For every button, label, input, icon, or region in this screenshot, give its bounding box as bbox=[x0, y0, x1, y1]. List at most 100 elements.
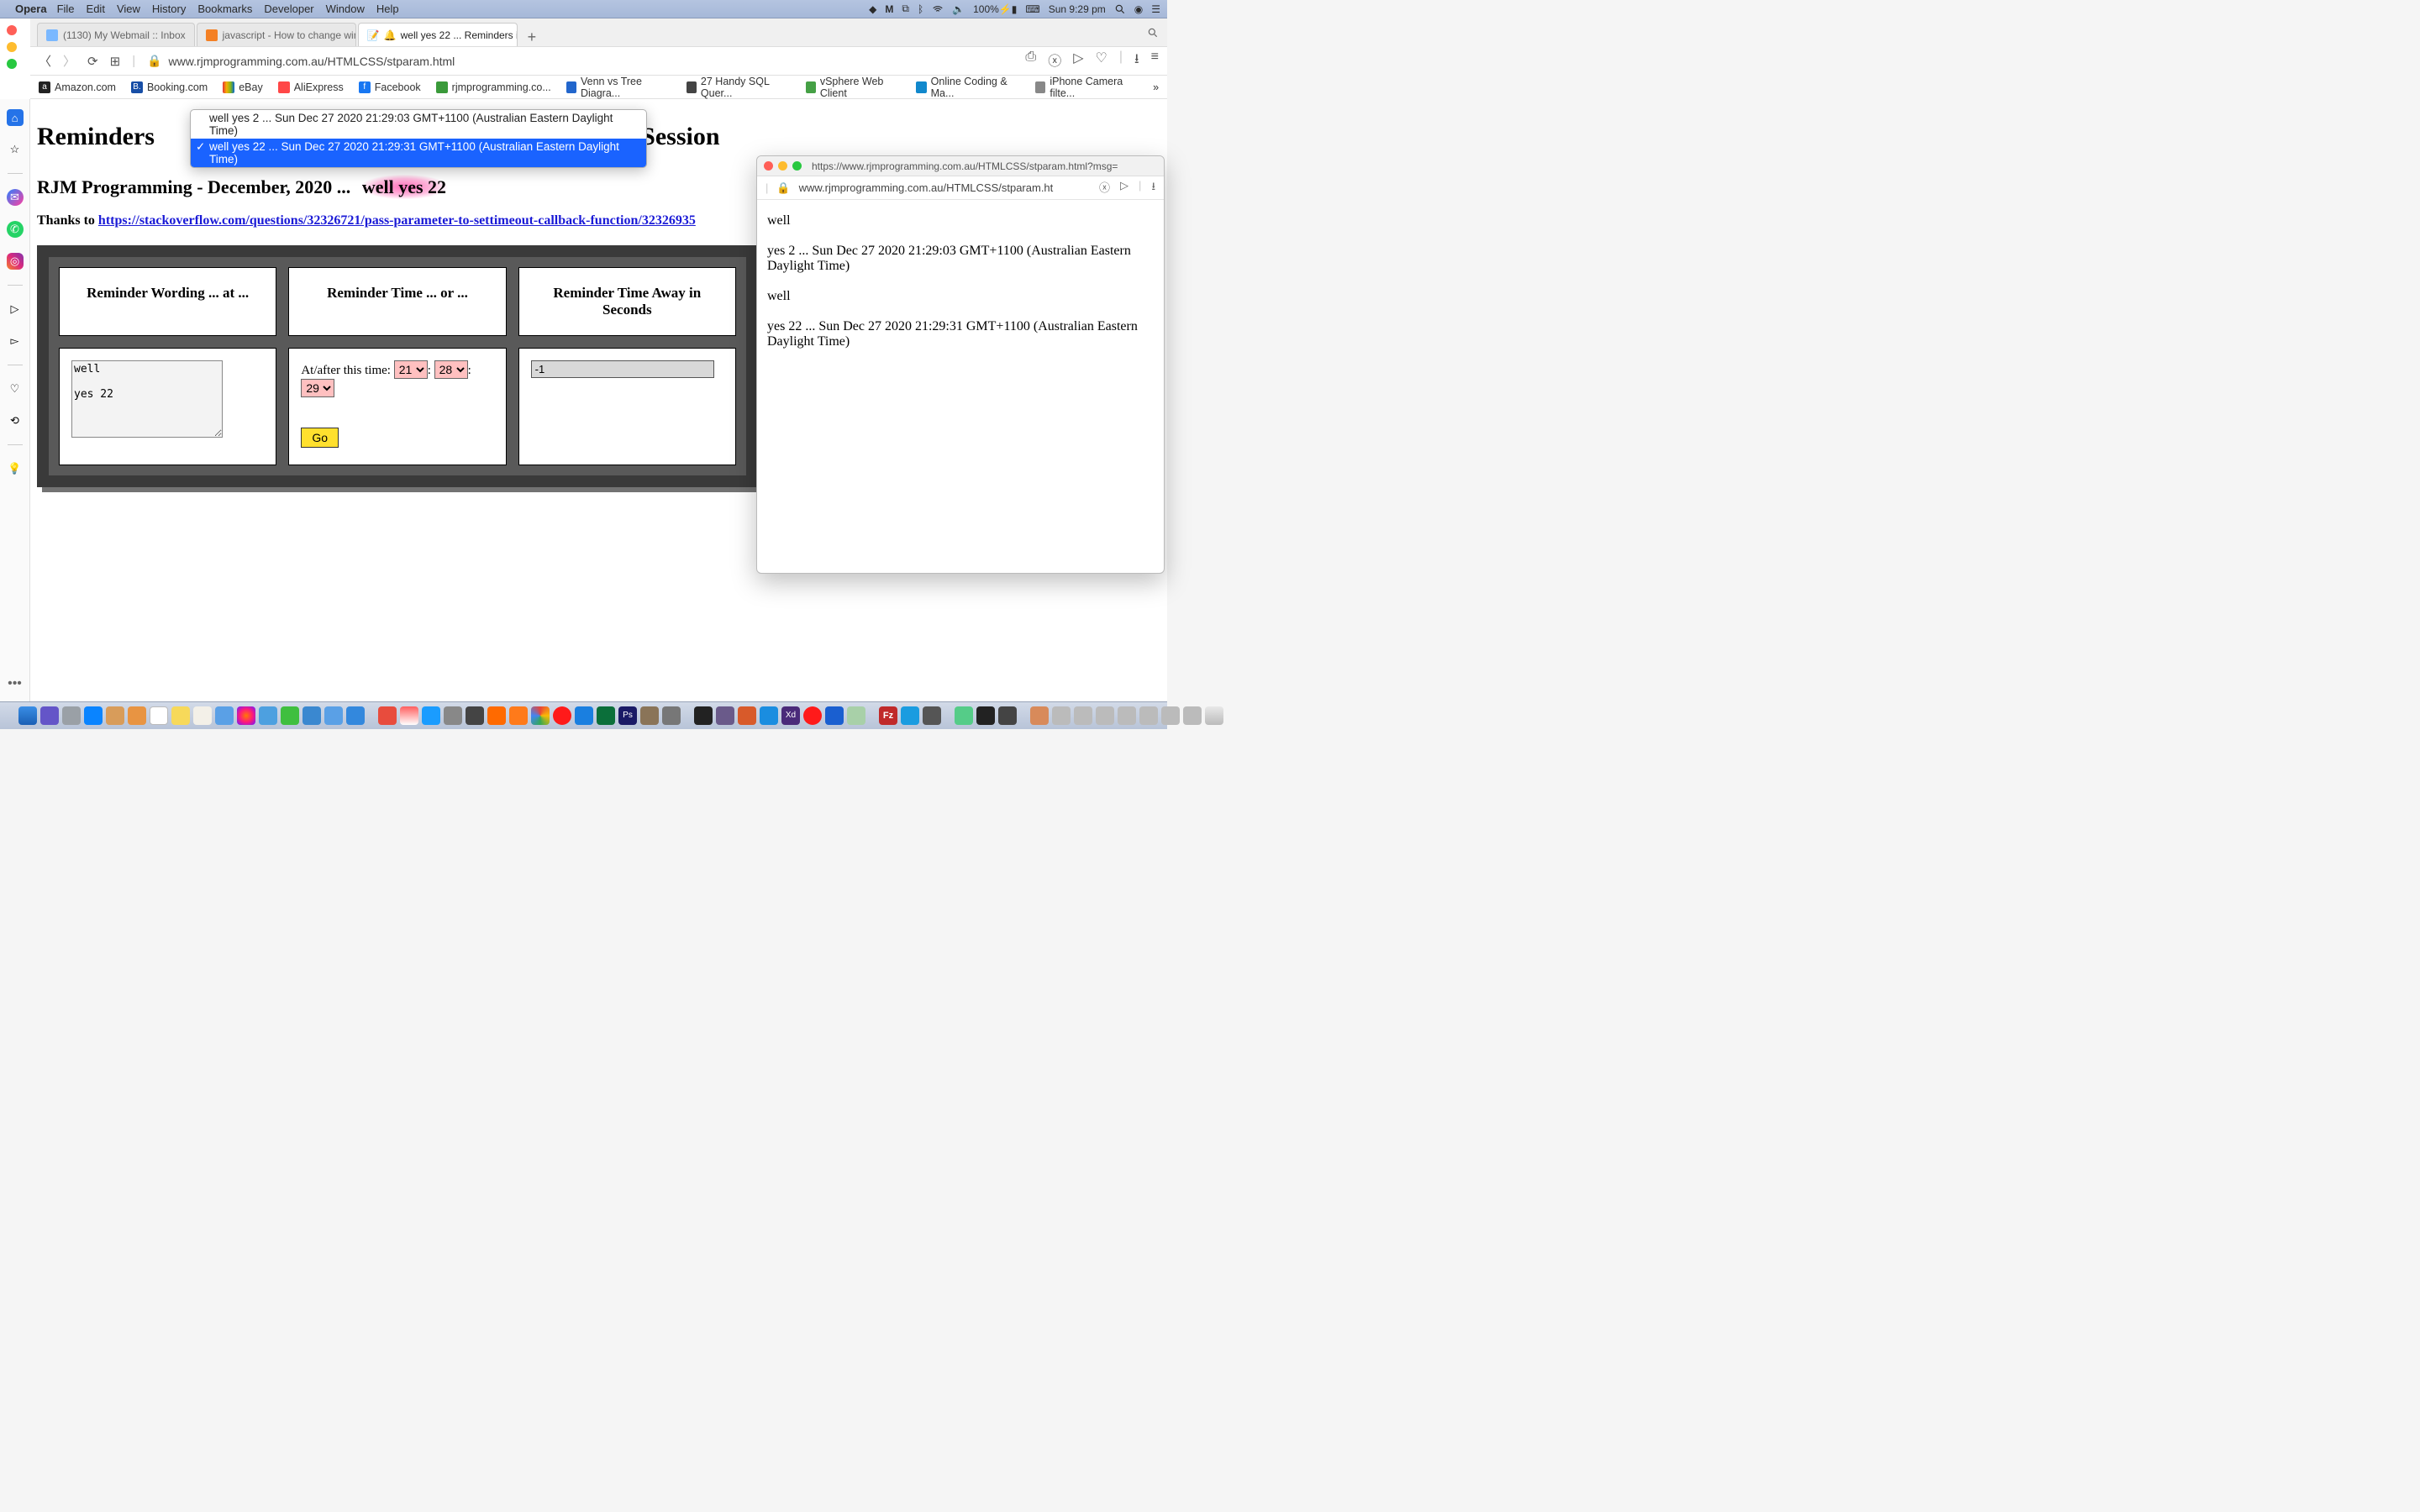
dock-app-icon[interactable] bbox=[575, 706, 593, 725]
dock-app-icon[interactable] bbox=[106, 706, 124, 725]
window-zoom-button[interactable] bbox=[7, 59, 17, 69]
bookmark-booking[interactable]: B.Booking.com bbox=[131, 81, 208, 93]
sidebar-lightbulb-icon[interactable]: 💡 bbox=[7, 460, 24, 477]
seconds-away-input[interactable] bbox=[531, 360, 714, 378]
dock-app-icon[interactable] bbox=[378, 706, 397, 725]
dock-safari-icon[interactable] bbox=[84, 706, 103, 725]
popup-close-button[interactable] bbox=[764, 161, 773, 171]
dock-app-icon[interactable] bbox=[302, 706, 321, 725]
tab-search-button[interactable] bbox=[1147, 27, 1159, 43]
sidebar-home-icon[interactable]: ⌂ bbox=[7, 109, 24, 126]
dock-minimized-window[interactable] bbox=[1183, 706, 1202, 725]
dock-filezilla-icon[interactable]: Fz bbox=[879, 706, 897, 725]
dock-app-icon[interactable] bbox=[825, 706, 844, 725]
dock-chrome-icon[interactable] bbox=[531, 706, 550, 725]
tab-stackoverflow[interactable]: javascript - How to change win bbox=[197, 23, 356, 46]
dock-app-icon[interactable] bbox=[40, 706, 59, 725]
wording-textarea[interactable] bbox=[71, 360, 223, 438]
send-icon[interactable]: ▷ bbox=[1120, 179, 1128, 197]
menu-view[interactable]: View bbox=[117, 3, 140, 15]
send-icon[interactable]: ▷ bbox=[1073, 50, 1083, 72]
menu-help[interactable]: Help bbox=[376, 3, 399, 15]
menu-window[interactable]: Window bbox=[326, 3, 365, 15]
status-clock[interactable]: Sun 9:29 pm bbox=[1049, 3, 1106, 15]
dock-app-icon[interactable] bbox=[259, 706, 277, 725]
bookmark-sql[interactable]: 27 Handy SQL Quer... bbox=[687, 76, 791, 99]
dock-app-icon[interactable] bbox=[444, 706, 462, 725]
dock-app-icon[interactable] bbox=[694, 706, 713, 725]
dock-app-icon[interactable] bbox=[62, 706, 81, 725]
speeddial-button[interactable]: ⊞ bbox=[110, 54, 121, 69]
dock-app-icon[interactable] bbox=[738, 706, 756, 725]
bookmark-venn[interactable]: Venn vs Tree Diagra... bbox=[566, 76, 671, 99]
status-airplay-icon[interactable]: ⧉ bbox=[902, 3, 909, 15]
notification-center-icon[interactable]: ☰ bbox=[1151, 3, 1160, 15]
dock-app-icon[interactable] bbox=[760, 706, 778, 725]
lock-icon[interactable]: 🔒 bbox=[147, 54, 161, 68]
sidebar-messenger-icon[interactable]: ✉ bbox=[7, 189, 24, 206]
dock-photoshop-icon[interactable]: Ps bbox=[618, 706, 637, 725]
download-icon[interactable]: ⭳ bbox=[1151, 179, 1155, 197]
dock-finder-icon[interactable] bbox=[18, 706, 37, 725]
dock-app-icon[interactable] bbox=[466, 706, 484, 725]
menu-edit[interactable]: Edit bbox=[87, 3, 105, 15]
sidebar-bookmarks-icon[interactable]: ☆ bbox=[7, 141, 24, 158]
dock-app-icon[interactable] bbox=[847, 706, 865, 725]
address-bar[interactable]: 🔒 www.rjmprogramming.com.au/HTMLCSS/stpa… bbox=[147, 54, 1013, 68]
dock-app-icon[interactable] bbox=[716, 706, 734, 725]
dropdown-option-selected[interactable]: well yes 22 ... Sun Dec 27 2020 21:29:31… bbox=[191, 139, 646, 167]
dropdown-option[interactable]: well yes 2 ... Sun Dec 27 2020 21:29:03 … bbox=[191, 110, 646, 139]
dock-firefox-icon[interactable] bbox=[509, 706, 528, 725]
bookmark-rjm[interactable]: rjmprogramming.co... bbox=[436, 81, 551, 93]
bookmark-amazon[interactable]: aAmazon.com bbox=[39, 81, 116, 93]
dock-app-icon[interactable] bbox=[281, 706, 299, 725]
blocker-icon[interactable]: ⓧ bbox=[1099, 179, 1110, 197]
dock-app-icon[interactable] bbox=[171, 706, 190, 725]
hours-select[interactable]: 21 bbox=[394, 360, 428, 379]
dock-app-icon[interactable] bbox=[215, 706, 234, 725]
status-app-icon[interactable]: ◆ bbox=[869, 3, 876, 15]
menu-bookmarks[interactable]: Bookmarks bbox=[197, 3, 252, 15]
window-minimize-button[interactable] bbox=[7, 42, 17, 52]
thanks-link[interactable]: https://stackoverflow.com/questions/3232… bbox=[98, 213, 696, 228]
app-menu[interactable]: Opera bbox=[15, 3, 47, 15]
go-button[interactable]: Go bbox=[301, 428, 339, 448]
siri-icon[interactable]: ◉ bbox=[1134, 3, 1143, 15]
dock-trash-icon[interactable] bbox=[1205, 706, 1223, 725]
menu-developer[interactable]: Developer bbox=[264, 3, 313, 15]
seconds-select[interactable]: 29 bbox=[301, 379, 334, 397]
dock-app-icon[interactable] bbox=[803, 706, 822, 725]
dock-app-icon[interactable] bbox=[487, 706, 506, 725]
dock-terminal-icon[interactable] bbox=[976, 706, 995, 725]
title-select-dropdown[interactable]: well yes 2 ... Sun Dec 27 2020 21:29:03 … bbox=[190, 109, 647, 168]
new-tab-button[interactable]: + bbox=[519, 29, 545, 46]
dock-app-icon[interactable] bbox=[1030, 706, 1049, 725]
dock-minimized-window[interactable] bbox=[1161, 706, 1180, 725]
dock-app-icon[interactable] bbox=[955, 706, 973, 725]
download-icon[interactable]: ⭳ bbox=[1134, 50, 1139, 72]
bookmark-facebook[interactable]: fFacebook bbox=[359, 81, 421, 93]
dock-app-icon[interactable] bbox=[346, 706, 365, 725]
minutes-select[interactable]: 28 bbox=[434, 360, 468, 379]
sidebar-instagram-icon[interactable]: ◎ bbox=[7, 253, 24, 270]
menu-history[interactable]: History bbox=[152, 3, 186, 15]
popup-minimize-button[interactable] bbox=[778, 161, 787, 171]
lock-icon[interactable]: 🔒 bbox=[776, 181, 790, 195]
status-battery[interactable]: 100% ⚡▮ bbox=[973, 3, 1017, 15]
tab-webmail[interactable]: (1130) My Webmail :: Inbox bbox=[37, 23, 195, 46]
dock-app-icon[interactable] bbox=[923, 706, 941, 725]
reload-button[interactable]: ⟳ bbox=[87, 54, 98, 69]
sidebar-history-icon[interactable]: ⟲ bbox=[7, 412, 24, 429]
dock-app-icon[interactable] bbox=[662, 706, 681, 725]
blocker-icon[interactable]: ⓧ bbox=[1048, 50, 1061, 72]
sidebar-more-button[interactable]: ••• bbox=[8, 676, 22, 691]
menu-file[interactable]: File bbox=[57, 3, 75, 15]
popup-urlbar[interactable]: | 🔒 www.rjmprogramming.com.au/HTMLCSS/st… bbox=[757, 176, 1164, 200]
dock-app-icon[interactable] bbox=[324, 706, 343, 725]
bookmark-vsphere[interactable]: vSphere Web Client bbox=[806, 76, 902, 99]
sidebar-play-icon[interactable]: ▷ bbox=[7, 301, 24, 318]
bookmark-aliexpress[interactable]: AliExpress bbox=[278, 81, 344, 93]
dock-app-icon[interactable] bbox=[597, 706, 615, 725]
dock-app-icon[interactable] bbox=[193, 706, 212, 725]
popup-zoom-button[interactable] bbox=[792, 161, 802, 171]
